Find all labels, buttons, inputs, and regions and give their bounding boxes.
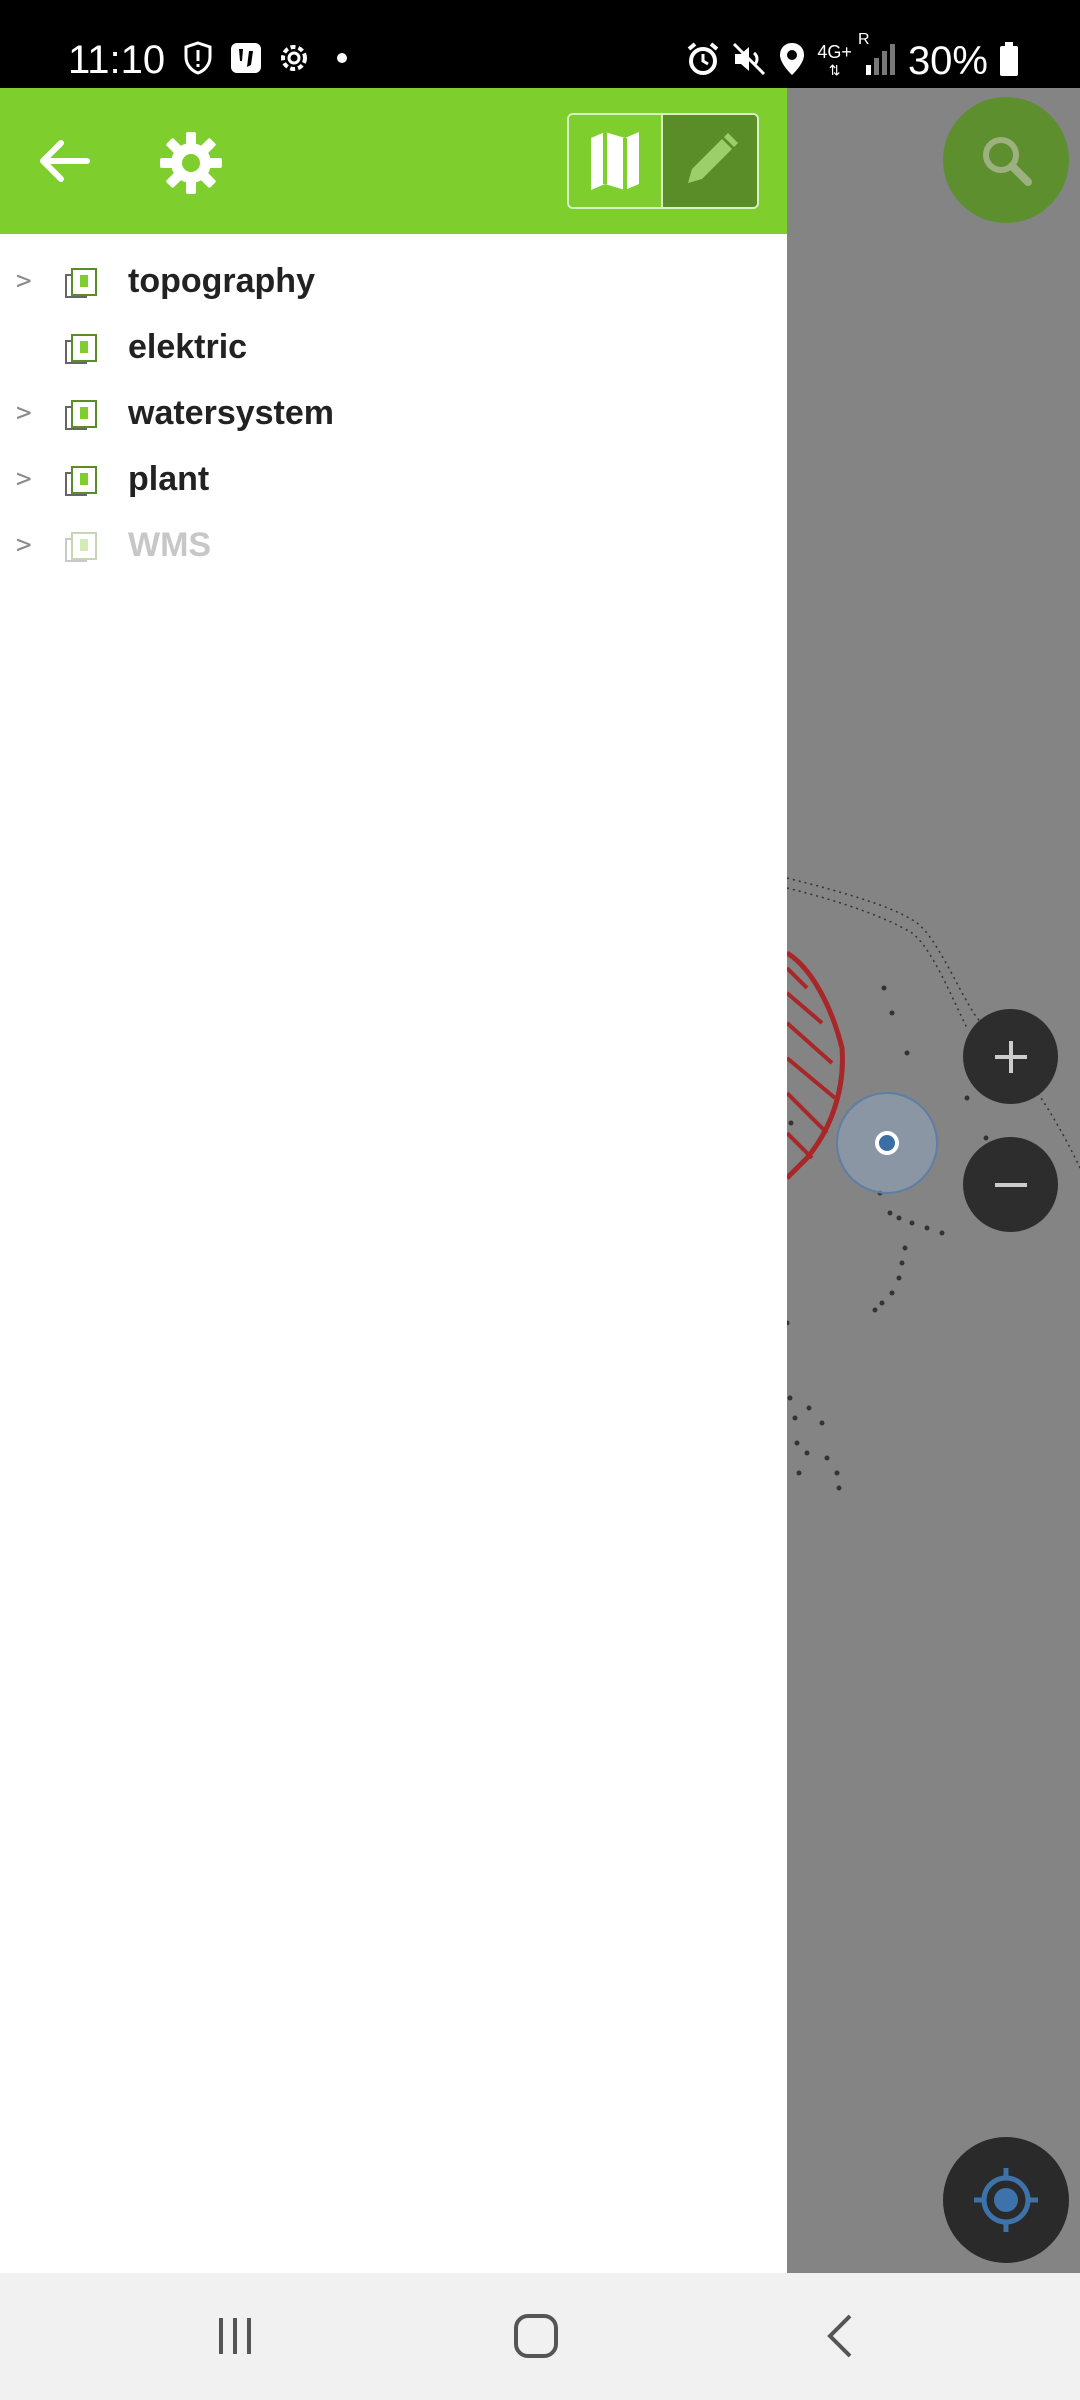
dot-icon <box>324 40 360 76</box>
location-icon <box>777 41 807 82</box>
zoom-out-button[interactable] <box>963 1137 1058 1232</box>
expand-chevron[interactable]: > <box>16 266 36 296</box>
network-type-label: 4G+ <box>817 42 852 62</box>
zoom-in-icon <box>994 1040 1027 1073</box>
recents-icon <box>219 2318 251 2354</box>
battery-percent: 30% <box>907 39 988 83</box>
battery-icon <box>998 41 1020 82</box>
roaming-label: R <box>857 30 870 48</box>
status-bar: 11:10 4G+ ⇅ R 30% <box>0 0 1080 88</box>
layer-stack-icon <box>65 268 97 298</box>
system-nav-bar <box>0 2273 1080 2400</box>
arrow-left-icon <box>40 140 90 182</box>
alarm-icon <box>685 41 721 82</box>
layer-name: WMS <box>128 525 212 564</box>
signal-icon: R <box>858 31 898 82</box>
edit-mode-button[interactable] <box>663 115 757 207</box>
settings-button[interactable] <box>156 128 226 198</box>
layer-stack-icon <box>65 334 97 364</box>
search-icon <box>983 137 1032 186</box>
search-button[interactable] <box>943 97 1069 223</box>
back-button[interactable] <box>30 128 96 194</box>
back-icon <box>827 2314 852 2358</box>
shield-icon <box>180 40 216 76</box>
home-icon <box>514 2314 558 2358</box>
mute-icon <box>731 41 767 82</box>
layer-row-wms[interactable]: > WMS <box>0 512 787 578</box>
layer-name: watersystem <box>128 393 335 432</box>
map-icon <box>591 132 639 190</box>
map-mode-button[interactable] <box>569 115 663 207</box>
zoom-out-icon <box>994 1182 1027 1187</box>
recents-button[interactable] <box>195 2301 275 2371</box>
mode-toggle[interactable] <box>567 113 759 209</box>
expand-chevron[interactable]: > <box>16 398 36 428</box>
expand-chevron[interactable]: > <box>16 464 36 494</box>
layer-stack-icon <box>65 400 97 430</box>
locate-button[interactable] <box>943 2137 1069 2263</box>
layer-name: topography <box>128 261 315 300</box>
layers-drawer: > topography elektric > watersystem > pl… <box>0 88 787 2273</box>
expand-chevron[interactable]: > <box>16 530 36 560</box>
layer-name: elektric <box>128 327 248 366</box>
layer-row-plant[interactable]: > plant <box>0 446 787 512</box>
layer-stack-icon <box>65 466 97 496</box>
status-time: 11:10 <box>68 38 166 82</box>
4g-plus-icon: 4G+ ⇅ <box>817 42 852 78</box>
drawer-header <box>0 88 787 234</box>
pencil-icon <box>688 133 738 183</box>
layer-row-watersystem[interactable]: > watersystem <box>0 380 787 446</box>
zoom-in-button[interactable] <box>963 1009 1058 1104</box>
home-button[interactable] <box>496 2301 576 2371</box>
locate-icon <box>974 2168 1038 2232</box>
gear-icon <box>160 132 222 194</box>
system-back-button[interactable] <box>800 2301 880 2371</box>
layer-name: plant <box>128 459 210 498</box>
layer-row-elektric[interactable]: elektric <box>0 314 787 380</box>
notification-app-icon <box>228 40 264 76</box>
settings-gear-icon <box>276 40 312 76</box>
layer-list: > topography elektric > watersystem > pl… <box>0 248 787 578</box>
layer-stack-icon <box>65 532 97 562</box>
layer-row-topography[interactable]: > topography <box>0 248 787 314</box>
